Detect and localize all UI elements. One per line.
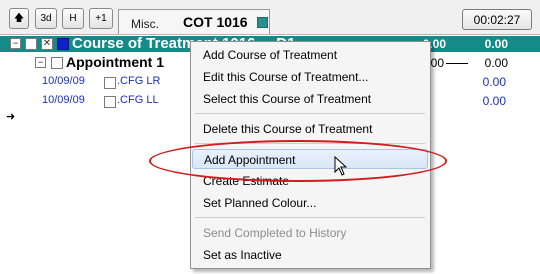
treatment-checkbox[interactable] [104,96,116,108]
treatment-code: .CFG LL [117,94,159,106]
treatment-code: .CFG LR [117,75,161,87]
h-button[interactable]: H [62,8,84,29]
menu-item-edit-cot[interactable]: Edit this Course of Treatment... [192,67,428,87]
appointment-divider [446,63,468,64]
3d-button[interactable]: 3d [35,8,57,29]
cot-value-2: 0.00 [484,37,508,51]
plus-one-button[interactable]: +1 [89,8,113,29]
appointment-title: Appointment 1 [66,54,164,70]
move-up-button[interactable]: 🡅 [9,8,29,29]
tab-color-indicator [257,17,268,28]
menu-item-label: Add Course of Treatment [203,48,338,62]
menu-item-send-completed: Send Completed to History [192,223,428,243]
menu-item-label: Delete this Course of Treatment [203,122,373,136]
current-row-arrow-icon: ➜ [6,111,16,123]
menu-separator [195,113,425,114]
collapse-appointment-icon[interactable]: − [35,57,46,68]
cot-checkbox[interactable] [25,38,37,50]
cross-icon[interactable]: ✕ [41,38,53,50]
appointment-checkbox[interactable] [51,57,63,69]
cot-tab[interactable]: Misc. COT 1016 [118,9,270,34]
treatment-checkbox[interactable] [104,77,116,89]
tab-misc-label: Misc. [131,17,159,31]
menu-item-set-inactive[interactable]: Set as Inactive [192,245,428,265]
menu-item-label: Set as Inactive [203,248,282,262]
appointment-value-2: 0.00 [484,56,508,70]
tab-cot-label: COT 1016 [183,14,248,30]
color-swatch-icon[interactable] [57,38,69,50]
menu-item-add-cot[interactable]: Add Course of Treatment [192,45,428,65]
timer-button[interactable]: 00:02:27 [462,9,532,30]
treatment-date: 10/09/09 [42,94,85,106]
treatment-date: 10/09/09 [42,75,85,87]
menu-item-label: Send Completed to History [203,226,347,240]
menu-item-select-cot[interactable]: Select this Course of Treatment [192,89,428,109]
menu-item-label: Edit this Course of Treatment... [203,70,369,84]
menu-item-set-planned-colour[interactable]: Set Planned Colour... [192,193,428,213]
menu-item-label: Select this Course of Treatment [203,92,372,106]
menu-item-delete-cot[interactable]: Delete this Course of Treatment [192,119,428,139]
menu-item-label: Set Planned Colour... [203,196,317,210]
highlight-oval [149,140,447,182]
treatment-value: 0.00 [482,94,506,108]
treatment-value: 0.00 [482,75,506,89]
toolbar: 🡅 3d H +1 Misc. COT 1016 00:02:27 [0,0,540,35]
menu-separator [195,217,425,218]
mouse-cursor-icon [334,156,348,176]
collapse-icon[interactable]: − [10,38,21,49]
